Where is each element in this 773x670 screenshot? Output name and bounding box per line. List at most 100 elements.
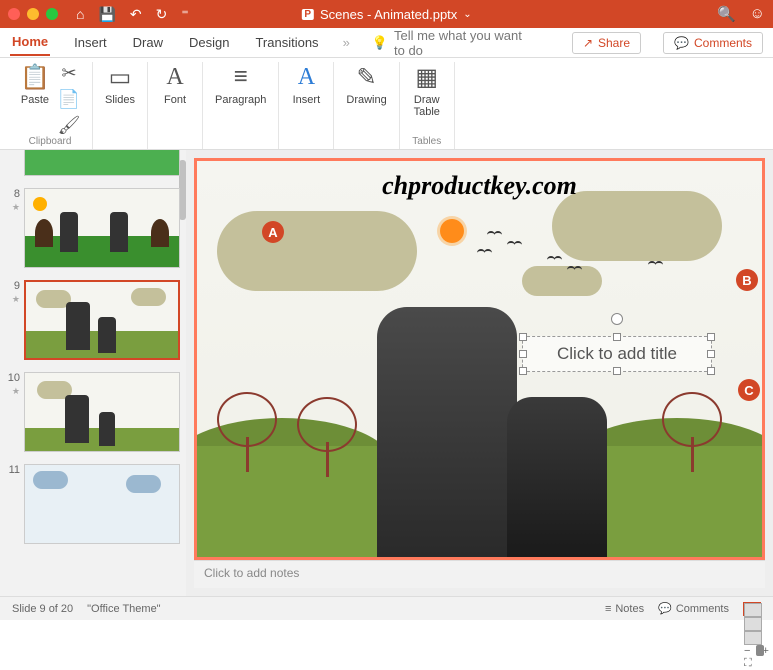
tell-me-placeholder: Tell me what you want to do [394, 28, 528, 58]
resize-handle[interactable] [707, 367, 715, 375]
lightbulb-icon: 💡 [372, 35, 388, 51]
tree-shape[interactable] [662, 392, 722, 472]
person-image[interactable] [377, 307, 517, 557]
bird-shape[interactable] [547, 256, 563, 262]
slides-button[interactable]: ▭ Slides [105, 62, 135, 106]
thumbnail-partial[interactable] [0, 150, 186, 178]
theme-name: "Office Theme" [87, 603, 160, 615]
powerpoint-icon: P [301, 9, 314, 20]
resize-handle[interactable] [519, 367, 527, 375]
paragraph-button[interactable]: ≡ Paragraph [215, 62, 266, 106]
zoom-thumb[interactable] [756, 645, 764, 656]
save-icon[interactable]: 💾 [98, 6, 115, 23]
thumbnail-11[interactable]: 11 [0, 462, 186, 546]
tab-draw[interactable]: Draw [131, 30, 165, 55]
notes-pane[interactable]: Click to add notes [194, 560, 765, 588]
cloud-shape[interactable] [552, 191, 722, 261]
status-bar: Slide 9 of 20 "Office Theme" ≡ Notes 💬 C… [0, 596, 773, 620]
close-window-button[interactable] [8, 8, 20, 20]
slide-canvas[interactable]: chproductkey.com Click to add title A [194, 158, 765, 560]
callout-marker-c: C [738, 379, 760, 401]
maximize-window-button[interactable] [46, 8, 58, 20]
resize-handle[interactable] [707, 350, 715, 358]
bird-shape[interactable] [648, 261, 672, 267]
group-slides: ▭ Slides [93, 62, 148, 149]
zoom-out-button[interactable]: − [744, 645, 750, 657]
more-icon[interactable]: ⁼ [181, 6, 188, 23]
tab-insert[interactable]: Insert [72, 30, 109, 55]
share-button[interactable]: ↗ Share [572, 32, 641, 54]
group-drawing: ✎ Drawing [334, 62, 399, 149]
animation-star-icon: ★ [12, 294, 20, 305]
normal-view-button[interactable]: − + 68% ⛶ [743, 602, 761, 616]
smiley-icon[interactable]: ☺ [750, 5, 765, 23]
ribbon-tabs: Home Insert Draw Design Transitions » 💡 … [0, 28, 773, 58]
paste-icon: 📋 [20, 62, 50, 92]
font-button[interactable]: A Font [160, 62, 190, 106]
fit-to-window-icon[interactable]: ⛶ [744, 657, 752, 669]
slideshow-view-button[interactable] [744, 631, 762, 645]
notes-toggle[interactable]: ≡ Notes [605, 603, 644, 615]
main-area: 8★ 9★ 10★ [0, 150, 773, 596]
cut-icon[interactable]: ✂ [58, 62, 80, 84]
resize-handle[interactable] [519, 350, 527, 358]
minimize-window-button[interactable] [27, 8, 39, 20]
comment-icon: 💬 [674, 36, 689, 50]
insert-button[interactable]: A Insert [291, 62, 321, 106]
redo-icon[interactable]: ↻ [156, 6, 168, 23]
resize-handle[interactable] [613, 333, 621, 341]
bird-shape[interactable] [487, 231, 503, 237]
slide-counter: Slide 9 of 20 [12, 603, 73, 615]
tabs-overflow-icon[interactable]: » [343, 35, 350, 50]
callout-marker-a: A [262, 221, 284, 243]
paste-button[interactable]: 📋 Paste [20, 62, 50, 106]
bird-shape[interactable] [477, 249, 493, 255]
sun-shape[interactable] [440, 219, 464, 243]
search-icon[interactable]: 🔍 [717, 5, 736, 23]
drawing-button[interactable]: ✎ Drawing [346, 62, 386, 106]
resize-handle[interactable] [707, 333, 715, 341]
home-icon[interactable]: ⌂ [76, 6, 84, 23]
thumbnail-9[interactable]: 9★ [0, 278, 186, 362]
drawing-icon: ✎ [352, 62, 382, 92]
cloud-shape[interactable] [522, 266, 602, 296]
format-painter-icon[interactable]: 🖌 [58, 114, 80, 136]
tree-shape[interactable] [217, 392, 277, 472]
comments-button[interactable]: 💬 Comments [663, 32, 763, 54]
scrollbar-thumb[interactable] [179, 160, 186, 220]
tell-me-search[interactable]: 💡 Tell me what you want to do [372, 28, 528, 58]
resize-handle[interactable] [519, 333, 527, 341]
comments-toggle[interactable]: 💬 Comments [658, 602, 729, 615]
sorter-view-button[interactable] [744, 603, 762, 617]
group-label-clipboard: Clipboard [29, 136, 72, 149]
animation-star-icon: ★ [12, 386, 20, 397]
bird-shape[interactable] [567, 266, 583, 272]
rotate-handle[interactable] [611, 313, 623, 325]
thumbnail-8[interactable]: 8★ [0, 186, 186, 270]
animation-star-icon: ★ [12, 202, 20, 213]
group-tables: ▦ Draw Table Tables [400, 62, 455, 149]
bird-shape[interactable] [507, 241, 523, 247]
title-placeholder[interactable]: Click to add title [522, 336, 712, 372]
draw-table-button[interactable]: ▦ Draw Table [412, 62, 442, 118]
group-insert: A Insert [279, 62, 334, 149]
thumbnail-pane[interactable]: 8★ 9★ 10★ [0, 150, 186, 596]
chevron-down-icon[interactable]: ⌄ [463, 9, 471, 20]
undo-icon[interactable]: ↶ [130, 6, 142, 23]
tab-home[interactable]: Home [10, 29, 50, 56]
resize-handle[interactable] [613, 367, 621, 375]
group-label-tables: Tables [412, 136, 441, 149]
copy-icon[interactable]: 📄 [58, 88, 80, 110]
tab-design[interactable]: Design [187, 30, 231, 55]
cloud-shape[interactable] [217, 211, 417, 291]
titlebar: ⌂ 💾 ↶ ↻ ⁼ P Scenes - Animated.pptx ⌄ 🔍 ☺ [0, 0, 773, 28]
group-paragraph: ≡ Paragraph [203, 62, 279, 149]
window-controls [8, 8, 58, 20]
person-image[interactable] [507, 397, 607, 557]
insert-icon: A [291, 62, 321, 92]
reading-view-button[interactable] [744, 617, 762, 631]
tab-transitions[interactable]: Transitions [253, 30, 320, 55]
tree-shape[interactable] [297, 397, 357, 477]
group-font: A Font [148, 62, 203, 149]
thumbnail-10[interactable]: 10★ [0, 370, 186, 454]
